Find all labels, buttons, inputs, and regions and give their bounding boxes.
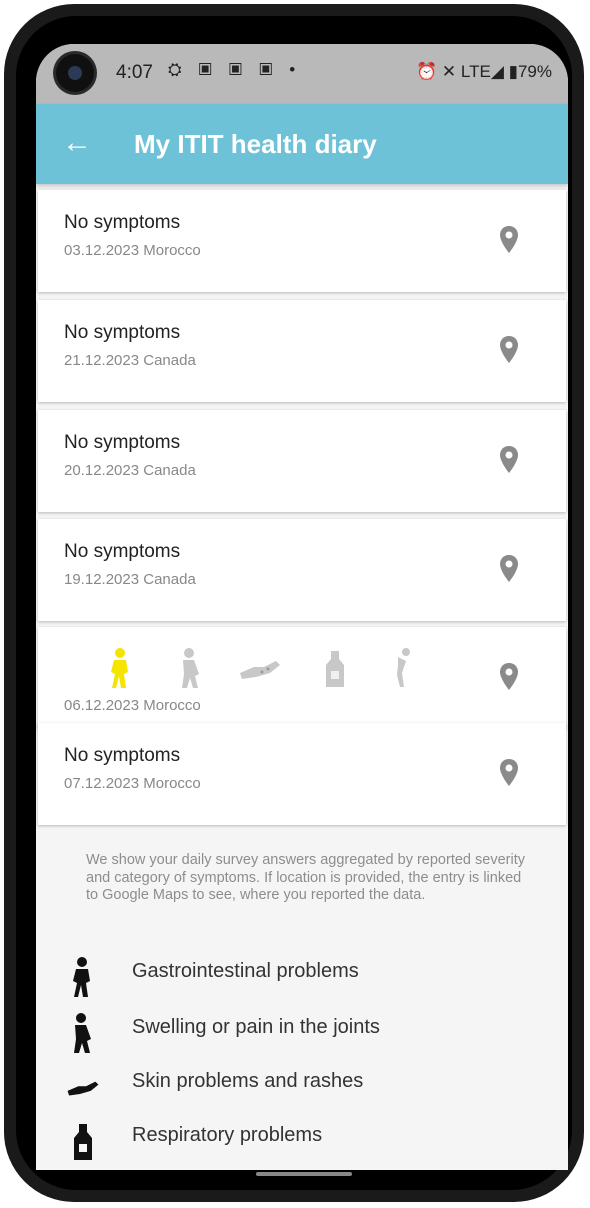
page-title: My ITIT health diary <box>134 129 377 159</box>
back-arrow-icon[interactable]: ← <box>62 126 92 160</box>
entry-date-location: 06.12.2023 Morocco <box>64 697 201 714</box>
entry-date-location: 20.12.2023 Canada <box>64 462 196 479</box>
diary-entry[interactable]: No symptoms 07.12.2023 Morocco <box>38 723 566 825</box>
entry-title: No symptoms <box>64 212 181 233</box>
entry-date-location: 07.12.2023 Morocco <box>64 775 201 792</box>
map-pin-icon[interactable] <box>498 225 520 255</box>
gastrointestinal-icon <box>111 648 128 688</box>
joint-pain-icon <box>182 648 199 688</box>
legend-label: Skin problems and rashes <box>132 1070 364 1092</box>
entry-title: No symptoms <box>64 541 181 562</box>
map-pin-icon[interactable] <box>498 758 520 788</box>
diary-entry[interactable]: No symptoms 20.12.2023 Canada <box>38 410 566 512</box>
status-right-icons: ⏰ ✕ LTE◢ ▮79% <box>416 62 552 81</box>
diary-entry-symptoms[interactable]: 06.12.2023 Morocco <box>38 627 566 729</box>
legend-label: Respiratory problems <box>132 1124 323 1146</box>
front-camera <box>56 54 94 92</box>
map-pin-icon[interactable] <box>498 662 520 692</box>
respiratory-icon <box>74 1124 92 1160</box>
respiratory-icon <box>326 651 344 687</box>
entry-title: No symptoms <box>64 322 181 343</box>
entry-date-location: 19.12.2023 Canada <box>64 571 196 588</box>
gastrointestinal-icon <box>73 957 90 997</box>
map-pin-icon[interactable] <box>498 335 520 365</box>
home-indicator[interactable] <box>256 1172 352 1176</box>
diary-entry[interactable]: No symptoms 21.12.2023 Canada <box>38 300 566 402</box>
app-bar: ← My ITIT health diary <box>36 104 568 184</box>
skin-rash-icon <box>240 661 280 679</box>
diary-entry[interactable]: No symptoms 19.12.2023 Canada <box>38 519 566 621</box>
status-bar: 4:07 ⛭ ▣ ▣ ▣ • ⏰ ✕ LTE◢ ▮79% <box>36 44 568 104</box>
skin-rash-icon <box>67 1081 99 1096</box>
screen: 4:07 ⛭ ▣ ▣ ▣ • ⏰ ✕ LTE◢ ▮79% ← My ITIT h… <box>36 44 568 1170</box>
diary-entry[interactable]: No symptoms 03.12.2023 Morocco <box>38 190 566 292</box>
other-symptom-icon <box>397 648 410 687</box>
legend-label: Swelling or pain in the joints <box>132 1016 380 1038</box>
entry-title: No symptoms <box>64 432 181 453</box>
map-pin-icon[interactable] <box>498 554 520 584</box>
notification-icons: ⛭ ▣ ▣ ▣ • <box>168 60 302 79</box>
status-time: 4:07 <box>116 62 153 83</box>
map-pin-icon[interactable] <box>498 445 520 475</box>
entry-title: No symptoms <box>64 745 181 766</box>
joint-pain-icon <box>74 1013 91 1053</box>
info-text: We show your daily survey answers aggreg… <box>86 852 525 903</box>
entry-date-location: 21.12.2023 Canada <box>64 352 196 369</box>
legend-label: Gastrointestinal problems <box>132 960 359 982</box>
entry-date-location: 03.12.2023 Morocco <box>64 242 201 259</box>
